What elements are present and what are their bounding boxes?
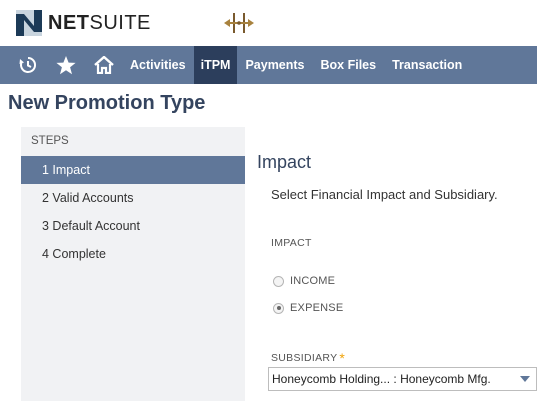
page-title: New Promotion Type [8,92,206,114]
subsidiary-label: SUBSIDIARY * [271,350,345,366]
favorites-star-icon[interactable] [48,46,84,84]
impact-option-expense[interactable]: EXPENSE [273,302,343,314]
income-radio-label: INCOME [290,275,336,287]
nav-item-activities[interactable]: Activities [122,46,194,84]
nav-item-payments[interactable]: Payments [237,46,312,84]
expense-radio[interactable] [273,302,284,314]
subsidiary-select-value: Honeycomb Holding... : Honeycomb Mfg. [272,372,491,386]
step-impact[interactable]: 1 Impact [21,156,245,184]
income-radio[interactable] [273,275,284,287]
netsuite-wordmark: NET SUITE [48,12,151,35]
step-valid-accounts[interactable]: 2 Valid Accounts [21,184,245,212]
main-navbar: Activities iTPM Payments Box Files Trans… [0,46,537,84]
brand-light: SUITE [89,11,151,34]
expense-radio-label: EXPENSE [290,302,344,314]
brand-bold: NET [48,11,90,34]
netsuite-logo[interactable]: NET SUITE [16,10,151,36]
impact-option-income[interactable]: INCOME [273,275,335,287]
nav-item-transaction[interactable]: Transaction [384,46,470,84]
step-default-account[interactable]: 3 Default Account [21,212,245,240]
header-logo-bar: NET SUITE [0,0,537,46]
subsidiary-select[interactable]: Honeycomb Holding... : Honeycomb Mfg. [268,367,537,391]
company-logo-icon [222,9,256,37]
nav-item-box-files[interactable]: Box Files [313,46,385,84]
netsuite-logo-icon [16,10,42,36]
impact-label: IMPACT [271,237,312,249]
recent-records-icon[interactable] [10,46,46,84]
step-complete[interactable]: 4 Complete [21,240,245,268]
nav-item-itpm[interactable]: iTPM [193,46,238,84]
required-asterisk: * [339,350,346,366]
section-title: Impact [257,152,312,172]
steps-sidebar: STEPS 1 Impact 2 Valid Accounts 3 Defaul… [21,127,245,401]
instructions-text: Select Financial Impact and Subsidiary. [271,187,498,202]
subsidiary-label-text: SUBSIDIARY [271,352,338,364]
dropdown-arrow-icon[interactable] [520,376,530,382]
steps-header: STEPS [31,135,69,147]
home-icon[interactable] [86,46,122,84]
